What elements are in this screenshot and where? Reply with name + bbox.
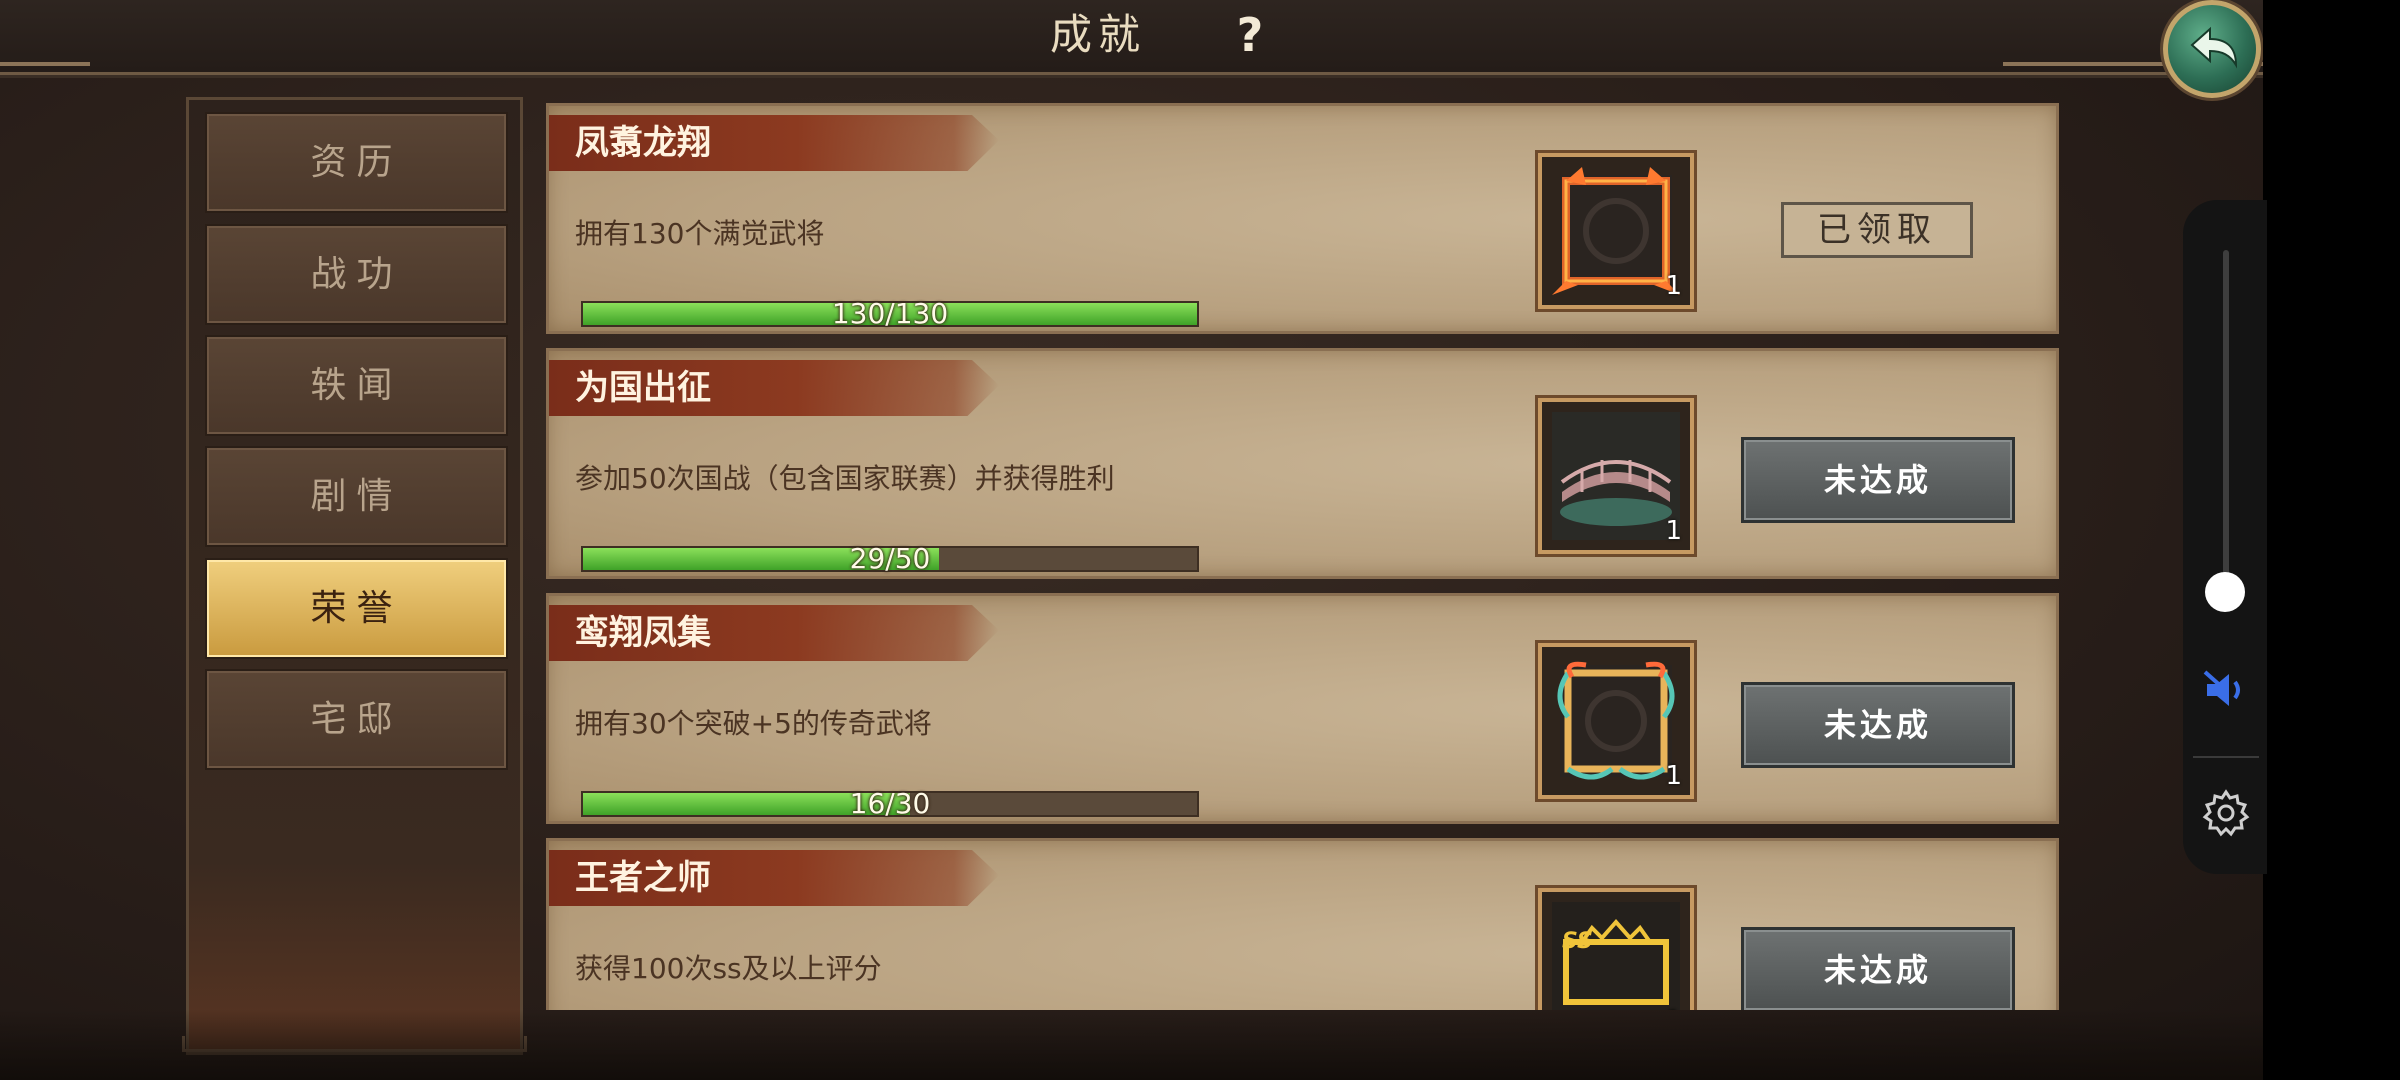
volume-slider-thumb[interactable] <box>2205 572 2245 612</box>
sidebar-item-story[interactable]: 剧情 <box>205 446 508 547</box>
back-arrow-icon <box>2190 26 2238 69</box>
reward-count: 1 <box>1665 271 1682 301</box>
volume-slider-track[interactable] <box>2223 250 2229 610</box>
sidebar-item-anecdotes[interactable]: 轶闻 <box>205 335 508 436</box>
settings-gear-icon[interactable] <box>2201 788 2251 842</box>
header-bar: 成就 ? <box>0 0 2263 75</box>
achievement-title: 王者之师 <box>575 858 711 898</box>
panel-divider <box>2193 756 2259 758</box>
not-achieved-button[interactable]: 未达成 <box>1741 927 2015 1010</box>
help-button[interactable]: ? <box>1225 0 1275 70</box>
not-achieved-button[interactable]: 未达成 <box>1741 682 2015 768</box>
claimed-button[interactable]: 已领取 <box>1781 202 1973 258</box>
achievement-title: 为国出征 <box>575 368 711 408</box>
achievement-description: 拥有30个突破+5的传奇武将 <box>575 707 932 740</box>
system-volume-panel <box>2183 200 2267 874</box>
achievement-card: 鸾翔凤集 拥有30个突破+5的传奇武将 16/30 1 未达成 <box>546 593 2059 824</box>
reward-count: 1 <box>1665 516 1682 546</box>
progress-text: 130/130 <box>831 297 949 330</box>
volume-icon[interactable] <box>2203 668 2247 716</box>
not-achieved-button[interactable]: 未达成 <box>1741 437 2015 523</box>
header-ornament-left <box>0 62 90 66</box>
progress-bar: 16/30 <box>581 787 1199 820</box>
progress-text: 29/50 <box>849 542 931 575</box>
sidebar-item-merit[interactable]: 战功 <box>205 224 508 325</box>
achievement-card: 王者之师 获得100次ss及以上评分 SS 1 未达成 <box>546 838 2059 1010</box>
phoenix-frame-icon <box>1557 661 1675 780</box>
progress-text: 16/30 <box>849 787 931 820</box>
bridge-icon <box>1552 412 1680 540</box>
achievement-card: 为国出征 参加50次国战（包含国家联赛）并获得胜利 29/50 1 未达成 <box>546 348 2059 579</box>
achievement-title: 鸾翔凤集 <box>575 613 711 653</box>
svg-text:SS: SS <box>1562 929 1593 954</box>
achievement-description: 拥有130个满觉武将 <box>575 217 825 250</box>
game-screen: 成就 ? 资历 战功 轶闻 剧情 荣誉 宅邸 凤翥龙翔 拥有130个满觉武将 1… <box>0 0 2263 1080</box>
reward-count: 1 <box>1665 761 1682 791</box>
sidebar-item-mansion[interactable]: 宅邸 <box>205 669 508 770</box>
achievement-description: 参加50次国战（包含国家联赛）并获得胜利 <box>575 462 1115 495</box>
achievement-description: 获得100次ss及以上评分 <box>575 952 882 985</box>
reward-item[interactable]: 1 <box>1538 643 1694 799</box>
fire-frame-icon <box>1552 167 1680 295</box>
progress-bar: 130/130 <box>581 297 1199 330</box>
progress-bar: 29/50 <box>581 542 1199 575</box>
ss-frame-icon: SS <box>1552 902 1680 1010</box>
back-button[interactable] <box>2163 0 2261 98</box>
achievement-list[interactable]: 凤翥龙翔 拥有130个满觉武将 130/130 1 已领取 为国出征 参加50次… <box>546 103 2059 1010</box>
reward-item[interactable]: SS 1 <box>1538 888 1694 1010</box>
category-sidebar: 资历 战功 轶闻 剧情 荣誉 宅邸 <box>186 97 523 1055</box>
bottom-shade <box>0 1010 2263 1080</box>
achievement-card: 凤翥龙翔 拥有130个满觉武将 130/130 1 已领取 <box>546 103 2059 334</box>
sidebar-item-resume[interactable]: 资历 <box>205 112 508 213</box>
sidebar-item-honor[interactable]: 荣誉 <box>205 558 508 659</box>
reward-item[interactable]: 1 <box>1538 398 1694 554</box>
achievement-title: 凤翥龙翔 <box>575 123 711 163</box>
page-title: 成就 <box>1050 10 1147 59</box>
reward-item[interactable]: 1 <box>1538 153 1694 309</box>
